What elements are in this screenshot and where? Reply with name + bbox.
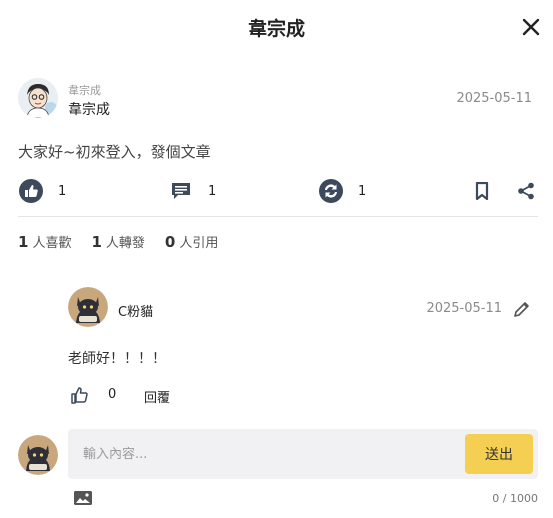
repost-count: 1 [358,183,367,199]
quotes-stat[interactable]: 0 人引用 [165,232,218,251]
post-author: 韋宗成 韋宗成 2025-05-11 [18,78,538,120]
author-handle: 韋宗成 [68,84,101,97]
likes-stat[interactable]: 1 人喜歡 [18,232,71,251]
cat-avatar-icon [18,435,58,475]
repost-icon [319,179,343,203]
avatar-portrait-icon [18,78,58,118]
comment-icon [172,183,190,199]
post-actions: 1 1 1 [18,177,538,207]
page-title: 韋宗成 [247,18,305,40]
char-count: 0 / 1000 [492,492,538,505]
close-icon[interactable] [518,14,544,40]
reposts-number: 1 [91,233,102,251]
author-name[interactable]: 韋宗成 [68,99,110,119]
likes-label: 人喜歡 [32,236,72,251]
like-button[interactable]: 1 [18,177,66,205]
comment-date: 2025-05-11 [426,301,502,316]
post-date: 2025-05-11 [456,91,532,106]
bookmark-icon[interactable] [474,182,490,200]
comment-like-count: 0 [108,387,117,402]
comment-composer: 送出 [68,429,538,479]
reply-button[interactable]: 回覆 [144,387,170,406]
thumbs-up-icon [19,179,43,203]
share-icon[interactable] [517,182,535,200]
modal-header: 韋宗成 [0,0,553,56]
cat-avatar-icon [68,287,108,327]
avatar[interactable] [18,78,58,118]
comment-count: 1 [208,183,217,199]
comment-input[interactable] [68,429,458,479]
post-content: 大家好~初來登入，發個文章 [18,143,211,161]
image-icon[interactable] [73,489,93,507]
comment-text: 老師好！！！！ [68,351,166,367]
send-button[interactable]: 送出 [465,434,533,474]
comment-author[interactable]: C粉貓 [118,301,153,320]
repost-button[interactable]: 1 [318,177,366,205]
avatar[interactable] [68,287,108,327]
comment-button[interactable]: 1 [170,177,216,205]
divider [18,216,538,217]
like-count: 1 [58,183,67,199]
reposts-label: 人轉發 [105,236,145,251]
post: 韋宗成 韋宗成 2025-05-11 大家好~初來登入，發個文章 1 1 1 1… [18,78,538,251]
quotes-label: 人引用 [179,236,219,251]
quotes-number: 0 [164,233,176,251]
post-stats: 1 人喜歡 1 人轉發 0 人引用 [18,232,238,251]
edit-icon[interactable] [512,299,532,319]
likes-number: 1 [18,233,29,251]
avatar [18,435,58,475]
reposts-stat[interactable]: 1 人轉發 [91,232,144,251]
thumbs-up-icon[interactable] [70,385,90,405]
